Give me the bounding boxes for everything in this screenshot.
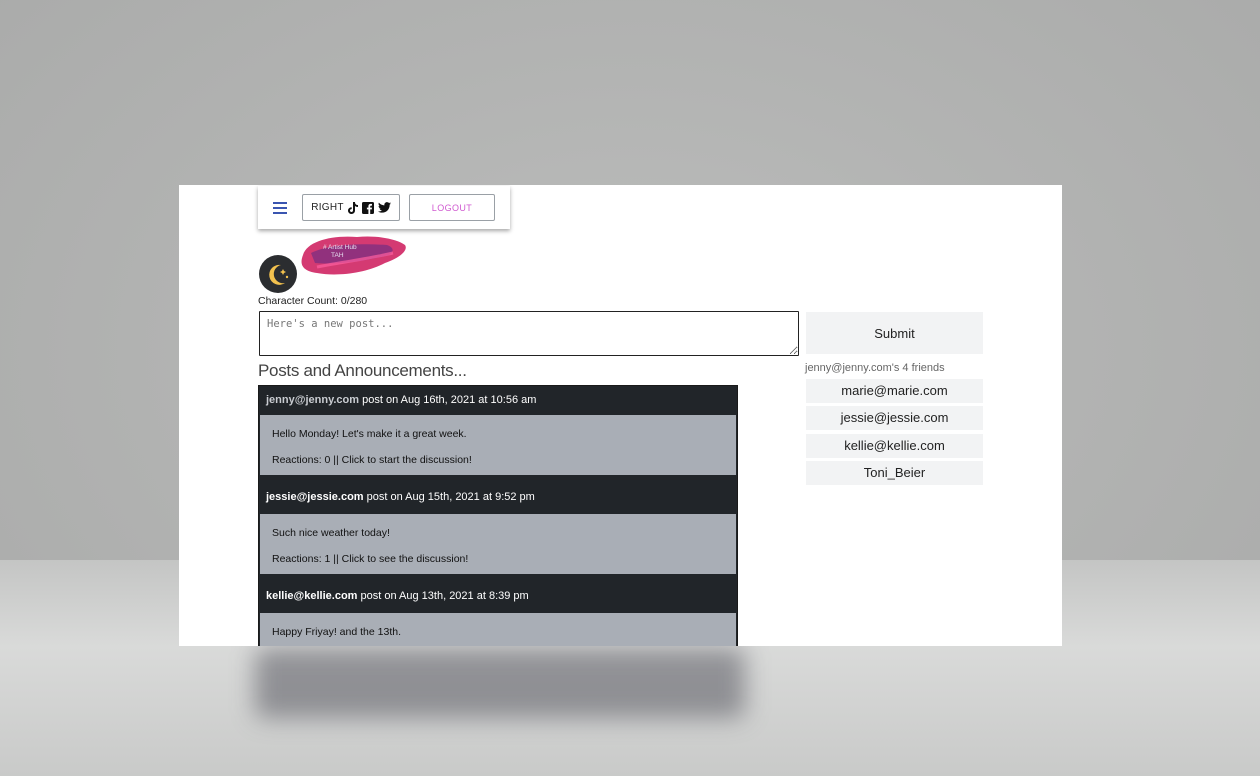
friend-item[interactable]: jessie@jessie.com xyxy=(806,406,983,431)
post-text: Happy Friyay! and the 13th. xyxy=(272,626,401,638)
twitter-icon xyxy=(377,202,391,213)
logo-line2: TAH xyxy=(331,252,344,259)
logo-line1: # Artist Hub xyxy=(323,244,357,251)
post-text: Hello Monday! Let's make it a great week… xyxy=(272,428,467,440)
app-window: RIGHT LOGOUT # Artist Hub TAH Character … xyxy=(179,185,1062,646)
friend-item[interactable]: marie@marie.com xyxy=(806,379,983,403)
logout-button[interactable]: LOGOUT xyxy=(409,194,495,221)
backdrop-shadow xyxy=(255,648,745,718)
post-meta: post on Aug 16th, 2021 at 10:56 am xyxy=(359,394,537,406)
artist-hub-logo[interactable]: # Artist Hub TAH xyxy=(297,233,409,283)
new-post-input[interactable] xyxy=(259,311,799,356)
post-author[interactable]: kellie@kellie.com xyxy=(266,590,357,602)
post-meta: post on Aug 13th, 2021 at 8:39 pm xyxy=(357,590,529,602)
post-reactions-link[interactable]: Reactions: 1 || Click to see the discuss… xyxy=(272,552,724,566)
post-author[interactable]: jessie@jessie.com xyxy=(266,491,364,503)
submit-button[interactable]: Submit xyxy=(806,312,983,354)
facebook-icon xyxy=(361,201,374,214)
post-header: kellie@kellie.com post on Aug 13th, 2021… xyxy=(259,582,737,611)
post-text: Such nice weather today! xyxy=(272,527,390,539)
post-body: Happy Friyay! and the 13th. xyxy=(260,613,736,646)
posts-feed: jenny@jenny.com post on Aug 16th, 2021 a… xyxy=(258,385,738,646)
post-meta: post on Aug 15th, 2021 at 9:52 pm xyxy=(363,491,535,503)
post-header: jenny@jenny.com post on Aug 16th, 2021 a… xyxy=(259,386,737,415)
friends-list: marie@marie.com jessie@jessie.com kellie… xyxy=(806,379,983,489)
navbar: RIGHT LOGOUT xyxy=(258,186,510,229)
post-header: jessie@jessie.com post on Aug 15th, 2021… xyxy=(259,483,737,512)
avatar[interactable] xyxy=(259,255,297,293)
post-reactions-link[interactable]: Reactions: 0 || Click to start the discu… xyxy=(272,453,724,467)
post-card: jessie@jessie.com post on Aug 15th, 2021… xyxy=(259,483,737,574)
character-count: Character Count: 0/280 xyxy=(258,295,368,307)
moon-stars-icon xyxy=(269,264,289,285)
post-body: Such nice weather today! Reactions: 1 ||… xyxy=(260,514,736,574)
post-body: Hello Monday! Let's make it a great week… xyxy=(260,415,736,475)
friend-item[interactable]: kellie@kellie.com xyxy=(806,433,983,458)
right-button-label: RIGHT xyxy=(311,202,344,213)
right-social-button[interactable]: RIGHT xyxy=(302,194,400,221)
friend-item[interactable]: Toni_Beier xyxy=(806,461,983,486)
friends-count-label: jenny@jenny.com's 4 friends xyxy=(805,362,945,374)
post-card: kellie@kellie.com post on Aug 13th, 2021… xyxy=(259,582,737,646)
post-card: jenny@jenny.com post on Aug 16th, 2021 a… xyxy=(259,386,737,475)
post-author[interactable]: jenny@jenny.com xyxy=(266,394,359,406)
tiktok-icon xyxy=(347,201,358,214)
hamburger-menu-icon[interactable] xyxy=(273,199,287,215)
posts-section-title: Posts and Announcements... xyxy=(258,361,467,380)
